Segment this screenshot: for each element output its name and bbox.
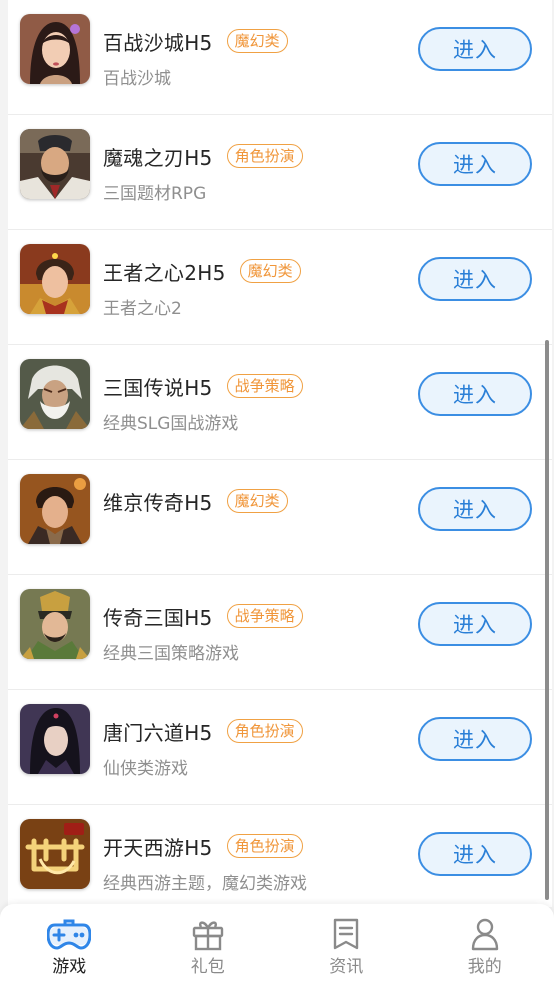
game-cover-icon[interactable] <box>20 589 90 659</box>
game-cover-icon[interactable] <box>20 244 90 314</box>
tab-news[interactable]: 资讯 <box>277 904 416 985</box>
game-name: 传奇三国H5 <box>103 605 213 630</box>
enter-game-button[interactable]: 进入 <box>418 27 532 71</box>
bearded-general-portrait-icon <box>20 129 90 199</box>
tab-label: 游戏 <box>52 957 87 977</box>
game-row[interactable]: 魔魂之刃H5 角色扮演 三国题材RPG 进入 <box>8 115 552 230</box>
gamepad-icon <box>47 916 92 952</box>
enter-game-button[interactable]: 进入 <box>418 142 532 186</box>
vertical-scrollbar[interactable] <box>545 340 549 900</box>
enter-game-button[interactable]: 进入 <box>418 602 532 646</box>
tab-label: 资讯 <box>329 957 364 977</box>
game-genre-tag: 战争策略 <box>226 374 303 398</box>
elder-warrior-portrait-icon <box>20 359 90 429</box>
game-row[interactable]: 维京传奇H5 魔幻类 进入 <box>8 460 552 575</box>
news-icon <box>324 916 368 952</box>
game-row[interactable]: 传奇三国H5 战争策略 经典三国策略游戏 进入 <box>8 575 552 690</box>
game-description: 三国题材RPG <box>103 184 207 204</box>
game-description: 王者之心2 <box>103 299 182 319</box>
game-description: 仙侠类游戏 <box>103 759 188 779</box>
game-name: 维京传奇H5 <box>103 490 213 515</box>
game-cover-icon[interactable] <box>20 474 90 544</box>
game-description: 经典三国策略游戏 <box>103 644 239 664</box>
app-page: 百战沙城H5 魔幻类 百战沙城 进入 魔魂之刃H5 角色扮演 三国题材RPG 进… <box>0 0 554 985</box>
game-description: 经典SLG国战游戏 <box>103 414 239 434</box>
game-description: 经典西游主题，魔幻类游戏 <box>103 874 307 894</box>
enter-game-button[interactable]: 进入 <box>418 487 532 531</box>
user-icon <box>463 916 507 952</box>
tab-games[interactable]: 游戏 <box>0 904 139 985</box>
tab-gifts[interactable]: 礼包 <box>139 904 278 985</box>
enter-game-button[interactable]: 进入 <box>418 372 532 416</box>
game-name: 王者之心2H5 <box>103 260 226 285</box>
game-name: 魔魂之刃H5 <box>103 145 213 170</box>
game-list: 百战沙城H5 魔幻类 百战沙城 进入 魔魂之刃H5 角色扮演 三国题材RPG 进… <box>8 0 552 920</box>
game-row[interactable]: 开天西游H5 角色扮演 经典西游主题，魔幻类游戏 进入 <box>8 805 552 920</box>
game-genre-tag: 角色扮演 <box>226 834 303 858</box>
game-row[interactable]: 三国传说H5 战争策略 经典SLG国战游戏 进入 <box>8 345 552 460</box>
game-list-card: 百战沙城H5 魔幻类 百战沙城 进入 魔魂之刃H5 角色扮演 三国题材RPG 进… <box>8 0 552 907</box>
tab-label: 礼包 <box>190 957 225 977</box>
tab-profile[interactable]: 我的 <box>416 904 554 985</box>
game-cover-icon[interactable] <box>20 359 90 429</box>
young-hero-portrait-icon <box>20 244 90 314</box>
game-cover-icon[interactable] <box>20 14 90 84</box>
female-warrior-portrait-icon <box>20 14 90 84</box>
enter-game-button[interactable]: 进入 <box>418 257 532 301</box>
game-genre-tag: 魔幻类 <box>226 29 288 53</box>
game-name: 唐门六道H5 <box>103 720 213 745</box>
tab-label: 我的 <box>467 957 502 977</box>
game-name: 三国传说H5 <box>103 375 213 400</box>
game-genre-tag: 战争策略 <box>226 604 303 628</box>
game-row[interactable]: 王者之心2H5 魔幻类 王者之心2 进入 <box>8 230 552 345</box>
viking-hero-portrait-icon <box>20 474 90 544</box>
game-name: 百战沙城H5 <box>103 30 213 55</box>
game-genre-tag: 魔幻类 <box>226 489 288 513</box>
enter-game-button[interactable]: 进入 <box>418 717 532 761</box>
journey-west-logo-icon <box>20 819 90 889</box>
game-description: 百战沙城 <box>103 69 171 89</box>
three-kingdoms-general-portrait-icon <box>20 589 90 659</box>
bottom-tab-bar: 游戏 礼包 资讯 我的 <box>0 904 554 985</box>
enter-game-button[interactable]: 进入 <box>418 832 532 876</box>
game-genre-tag: 魔幻类 <box>239 259 301 283</box>
game-name: 开天西游H5 <box>103 835 213 860</box>
game-cover-icon[interactable] <box>20 129 90 199</box>
game-cover-icon[interactable] <box>20 704 90 774</box>
gift-icon <box>186 916 230 952</box>
game-row[interactable]: 百战沙城H5 魔幻类 百战沙城 进入 <box>8 0 552 115</box>
swordsman-portrait-icon <box>20 704 90 774</box>
game-genre-tag: 角色扮演 <box>226 719 303 743</box>
game-row[interactable]: 唐门六道H5 角色扮演 仙侠类游戏 进入 <box>8 690 552 805</box>
game-genre-tag: 角色扮演 <box>226 144 303 168</box>
game-cover-icon[interactable] <box>20 819 90 889</box>
